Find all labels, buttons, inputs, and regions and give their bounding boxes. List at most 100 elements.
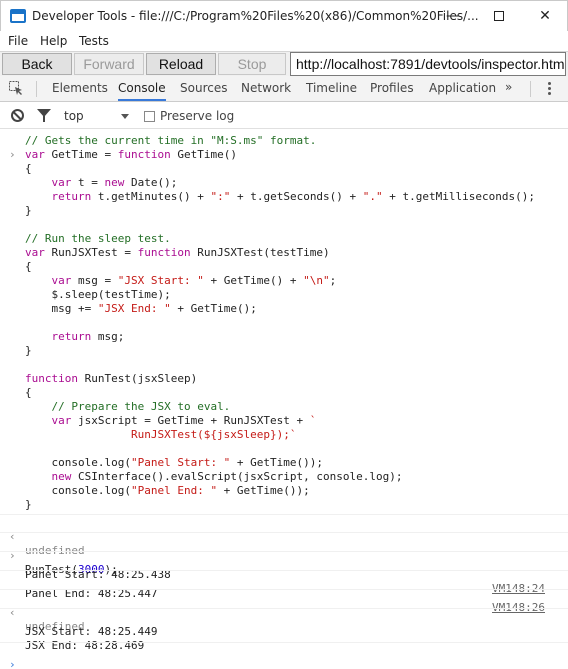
toolbar-divider — [530, 81, 531, 97]
code-text: } — [25, 344, 32, 358]
code-line: var msg = "JSX Start: " + GetTime() + "\… — [0, 274, 568, 288]
close-button[interactable]: ✕ — [522, 1, 568, 32]
menu-file[interactable]: File — [8, 34, 28, 48]
tab-console[interactable]: Console — [118, 76, 166, 101]
code-token: var — [51, 176, 72, 189]
tab-network[interactable]: Network — [241, 76, 291, 101]
context-dropdown-arrow-icon[interactable] — [121, 114, 129, 119]
code-text: new CSInterface().evalScript(jsxScript, … — [25, 470, 403, 484]
app-window-icon — [10, 9, 26, 23]
code-line: // Gets the current time in "M:S.ms" for… — [0, 134, 568, 148]
console-log-row: JSX Start: 48:25.449 — [0, 611, 568, 638]
code-token: // Gets the current time in "M:S.ms" for… — [25, 134, 317, 147]
reload-button[interactable]: Reload — [146, 53, 216, 75]
filter-icon[interactable] — [37, 109, 51, 122]
code-token: CSInterface().evalScript(jsxScript, cons… — [71, 470, 403, 483]
console-output[interactable]: › // Gets the current time in "M:S.ms" f… — [0, 130, 568, 669]
code-token: ` — [309, 414, 317, 427]
console-command-row: › RunTest(3000); — [0, 535, 568, 576]
console-prompt-row[interactable]: › — [0, 644, 568, 669]
tab-application[interactable]: Application — [429, 76, 496, 101]
code-token: GetTime() — [170, 148, 237, 161]
console-result-row: ‹ undefined — [0, 516, 568, 557]
code-text: var RunJSXTest = function RunJSXTest(tes… — [25, 246, 330, 260]
tab-sources[interactable]: Sources — [180, 76, 227, 101]
code-token: return — [51, 330, 92, 343]
code-text: var t = new Date(); — [25, 176, 178, 190]
code-token: msg = — [71, 274, 118, 287]
code-line: { — [0, 260, 568, 274]
code-text: return msg; — [25, 330, 125, 344]
toolbar-divider — [36, 81, 37, 97]
entry-divider — [0, 551, 568, 552]
code-line: } — [0, 204, 568, 218]
code-token: "\n" — [303, 274, 330, 287]
code-text: $.sleep(testTime); — [25, 288, 170, 302]
console-log-row: Panel End: 48:25.447 VM148:26 — [0, 573, 568, 614]
prompt-chevron-icon: › — [9, 658, 16, 669]
preserve-log-checkbox[interactable] — [144, 111, 155, 122]
entry-divider — [0, 532, 568, 533]
code-token: "JSX End: " — [97, 302, 171, 315]
code-text: function RunTest(jsxSleep) — [25, 372, 197, 386]
code-token: } — [25, 204, 32, 217]
code-token: msg += — [25, 302, 98, 315]
code-token: ":" — [210, 190, 231, 203]
code-token: } — [25, 498, 32, 511]
stop-button[interactable]: Stop — [218, 53, 286, 75]
code-line: $.sleep(testTime); — [0, 288, 568, 302]
code-line: } — [0, 344, 568, 358]
code-token: + t.getSeconds() + — [230, 190, 363, 203]
more-tabs-chevron-icon[interactable]: » — [505, 80, 512, 94]
code-line: { — [0, 386, 568, 400]
code-text: { — [25, 162, 32, 176]
entry-divider — [0, 589, 568, 590]
code-token: t = — [71, 176, 105, 189]
code-line: var GetTime = function GetTime() — [0, 148, 568, 162]
code-token: { — [25, 162, 32, 175]
tab-elements[interactable]: Elements — [52, 76, 108, 101]
maximize-button[interactable] — [476, 1, 522, 32]
kebab-menu-icon[interactable] — [548, 82, 551, 97]
code-token: "Panel Start: " — [130, 456, 231, 469]
menu-bar: File Help Tests — [0, 31, 568, 51]
code-line: msg += "JSX End: " + GetTime(); — [0, 302, 568, 316]
forward-button[interactable]: Forward — [74, 53, 144, 75]
menu-help[interactable]: Help — [40, 34, 67, 48]
code-token: var — [51, 414, 72, 427]
tab-profiles[interactable]: Profiles — [370, 76, 414, 101]
inspect-element-icon[interactable] — [9, 81, 23, 95]
menu-tests[interactable]: Tests — [79, 34, 109, 48]
context-selector[interactable]: top — [64, 109, 84, 123]
code-line: { — [0, 162, 568, 176]
clear-console-icon[interactable] — [11, 109, 24, 122]
code-line: console.log("Panel Start: " + GetTime())… — [0, 456, 568, 470]
entry-divider — [0, 514, 568, 515]
code-text: var jsxScript = GetTime + RunJSXTest + ` — [25, 414, 317, 428]
code-token: var — [51, 274, 72, 287]
code-token: { — [25, 260, 32, 273]
preserve-log-label[interactable]: Preserve log — [160, 109, 234, 123]
code-token: "." — [362, 190, 383, 203]
devtools-tabbar: Elements Console Sources Network Timelin… — [0, 76, 568, 102]
url-field[interactable]: http://localhost:7891/devtools/inspector… — [290, 52, 566, 76]
code-text: var msg = "JSX Start: " + GetTime() + "\… — [25, 274, 337, 288]
code-text: console.log("Panel Start: " + GetTime())… — [25, 456, 323, 470]
minimize-button[interactable]: — — [430, 1, 476, 32]
code-line: // Prepare the JSX to eval. — [0, 400, 568, 414]
code-token: // Prepare the JSX to eval. — [51, 400, 231, 413]
code-token: t.getMinutes() + — [91, 190, 211, 203]
tab-timeline[interactable]: Timeline — [306, 76, 357, 101]
back-button[interactable]: Back — [2, 53, 72, 75]
code-line: new CSInterface().evalScript(jsxScript, … — [0, 470, 568, 484]
entry-divider — [0, 608, 568, 609]
console-result-row: ‹ undefined — [0, 592, 568, 633]
window-titlebar: Developer Tools - file:///C:/Program%20F… — [0, 0, 568, 31]
